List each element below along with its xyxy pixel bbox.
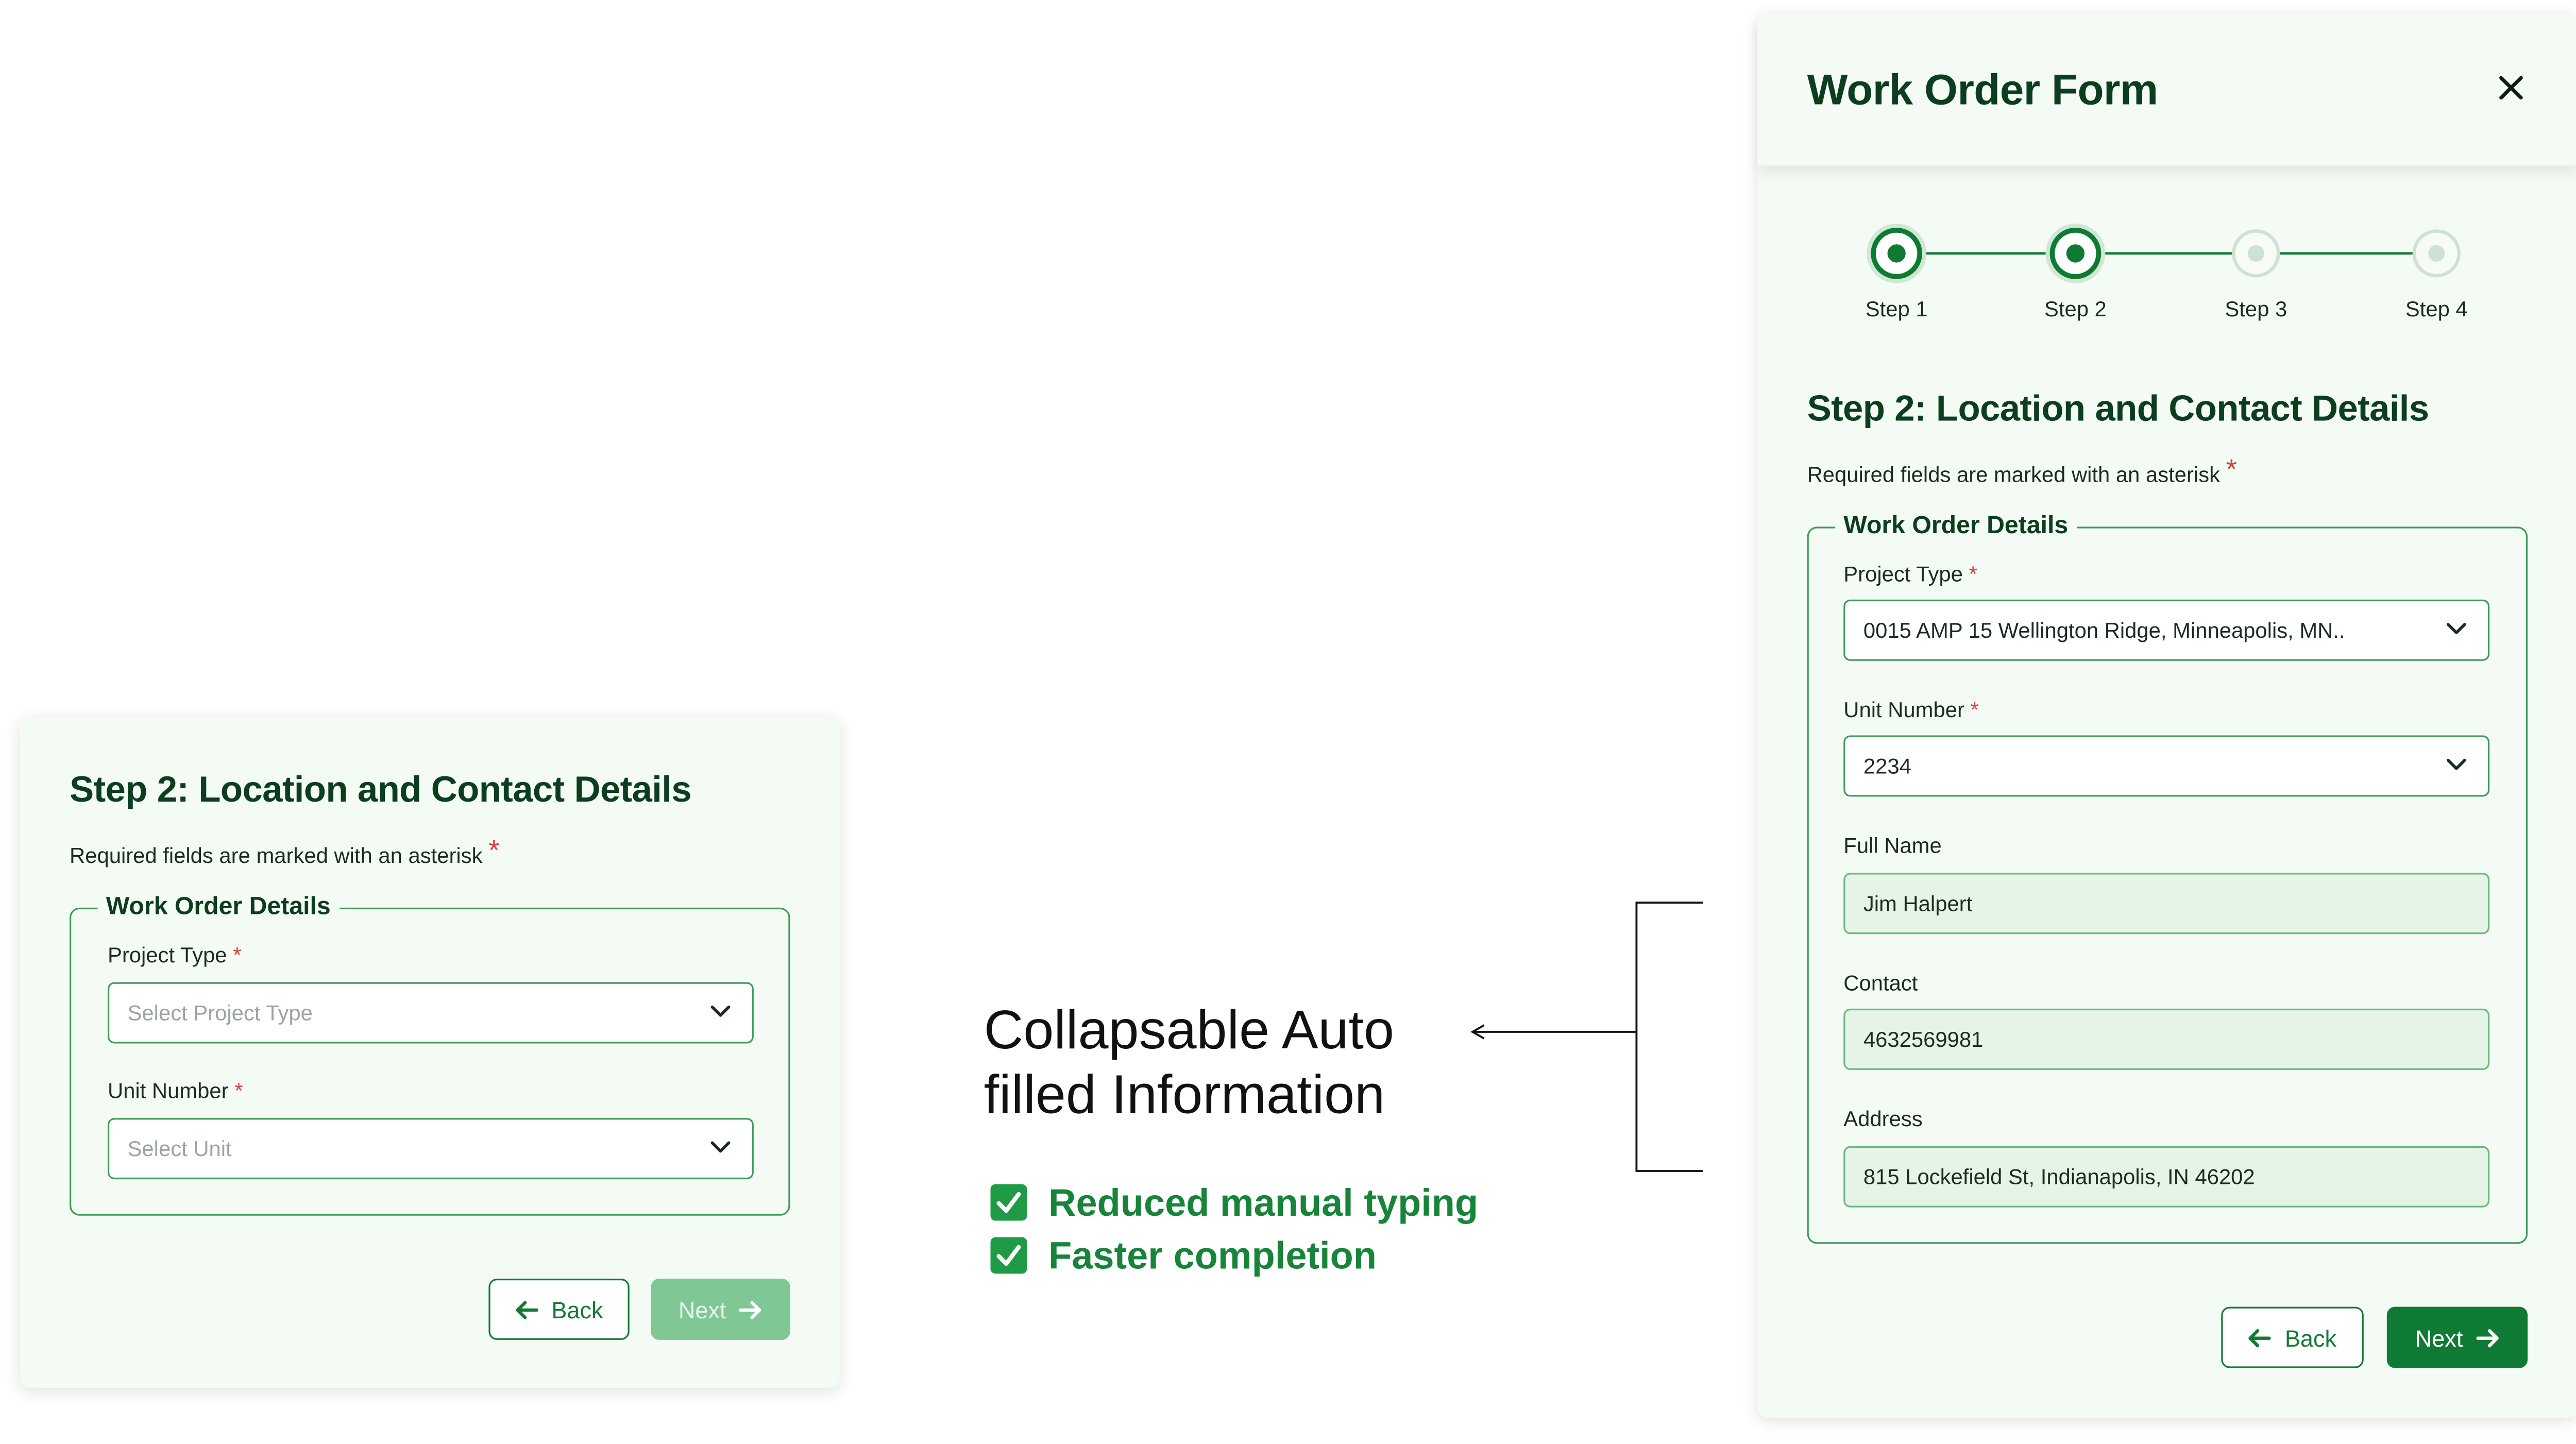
chevron-down-icon xyxy=(2446,623,2466,635)
left-project-type-select[interactable]: Select Project Type xyxy=(107,982,754,1044)
left-project-type-placeholder: Select Project Type xyxy=(127,1000,313,1026)
step-indicator[interactable] xyxy=(2044,222,2107,285)
left-required-note: Required fields are marked with an aster… xyxy=(70,835,500,868)
step-active-icon xyxy=(2045,224,2106,283)
modal-required-note: Required fields are marked with an aster… xyxy=(1807,453,2237,487)
left-step-heading: Step 2: Location and Contact Details xyxy=(70,768,692,810)
modal-fieldset-legend: Work Order Details xyxy=(1835,512,2077,542)
left-back-button[interactable]: Back xyxy=(488,1278,630,1340)
left-fieldset-legend: Work Order Details xyxy=(97,892,339,923)
modal-next-label: Next xyxy=(2415,1324,2463,1351)
arrow-right-icon xyxy=(739,1300,762,1319)
project-type-value: 0015 AMP 15 Wellington Ridge, Minneapoli… xyxy=(1863,618,2345,643)
arrow-right-icon xyxy=(2476,1328,2499,1347)
step-indicator[interactable] xyxy=(1865,222,1928,285)
step-label: Step 2 xyxy=(2044,296,2107,321)
full-name-value: Jim Halpert xyxy=(1863,891,1973,916)
modal-title: Work Order Form xyxy=(1807,64,2159,114)
left-unit-placeholder: Select Unit xyxy=(127,1136,232,1161)
modal-unit-number-select[interactable]: 2234 xyxy=(1843,735,2490,797)
modal-unit-number-label: Unit Number * xyxy=(1843,697,1979,722)
modal-back-button[interactable]: Back xyxy=(2221,1306,2364,1368)
checkmark-icon xyxy=(990,1184,1027,1221)
step-progress-line xyxy=(1901,252,2435,255)
left-next-label: Next xyxy=(678,1296,726,1323)
left-back-label: Back xyxy=(551,1296,603,1323)
step-label: Step 1 xyxy=(1865,296,1928,321)
address-field[interactable]: 815 Lockefield St, Indianapolis, IN 4620… xyxy=(1843,1146,2490,1208)
step-pending-icon xyxy=(2412,229,2461,278)
contact-label: Contact xyxy=(1843,970,1918,996)
annotation-connector-icon xyxy=(1470,902,1703,1172)
step-label: Step 4 xyxy=(2405,296,2468,321)
left-unit-number-select[interactable]: Select Unit xyxy=(107,1118,754,1180)
annotation-title: Collapsable Auto filled Information xyxy=(984,998,1395,1125)
benefit-item: Reduced manual typing xyxy=(990,1179,1478,1226)
step-label: Step 3 xyxy=(2225,296,2287,321)
checkmark-icon xyxy=(990,1237,1027,1274)
step-indicator[interactable] xyxy=(2412,229,2461,278)
step-indicator[interactable] xyxy=(2231,229,2281,278)
chevron-down-icon xyxy=(710,1005,731,1017)
contact-field[interactable]: 4632569981 xyxy=(1843,1008,2490,1070)
left-next-button[interactable]: Next xyxy=(651,1278,790,1340)
address-label: Address xyxy=(1843,1106,1923,1131)
chevron-down-icon xyxy=(710,1141,731,1153)
modal-step-heading: Step 2: Location and Contact Details xyxy=(1807,387,2430,429)
step-pending-icon xyxy=(2232,229,2280,278)
benefit-item: Faster completion xyxy=(990,1232,1377,1279)
left-unit-number-label: Unit Number * xyxy=(107,1078,243,1103)
modal-project-type-label: Project Type * xyxy=(1843,561,1977,587)
chevron-down-icon xyxy=(2446,758,2466,770)
modal-next-button[interactable]: Next xyxy=(2386,1306,2528,1368)
arrow-left-icon xyxy=(516,1300,538,1319)
arrow-left-icon xyxy=(2249,1328,2272,1347)
modal-project-type-select[interactable]: 0015 AMP 15 Wellington Ridge, Minneapoli… xyxy=(1843,599,2490,661)
full-name-label: Full Name xyxy=(1843,833,1942,858)
full-name-field[interactable]: Jim Halpert xyxy=(1843,873,2490,935)
modal-back-label: Back xyxy=(2284,1324,2336,1351)
address-value: 815 Lockefield St, Indianapolis, IN 4620… xyxy=(1863,1164,2255,1190)
contact-value: 4632569981 xyxy=(1863,1027,1984,1052)
left-project-type-label: Project Type * xyxy=(107,942,242,967)
unit-number-value: 2234 xyxy=(1863,753,1911,779)
step-active-icon xyxy=(1867,224,1927,283)
close-icon[interactable] xyxy=(2496,73,2526,103)
